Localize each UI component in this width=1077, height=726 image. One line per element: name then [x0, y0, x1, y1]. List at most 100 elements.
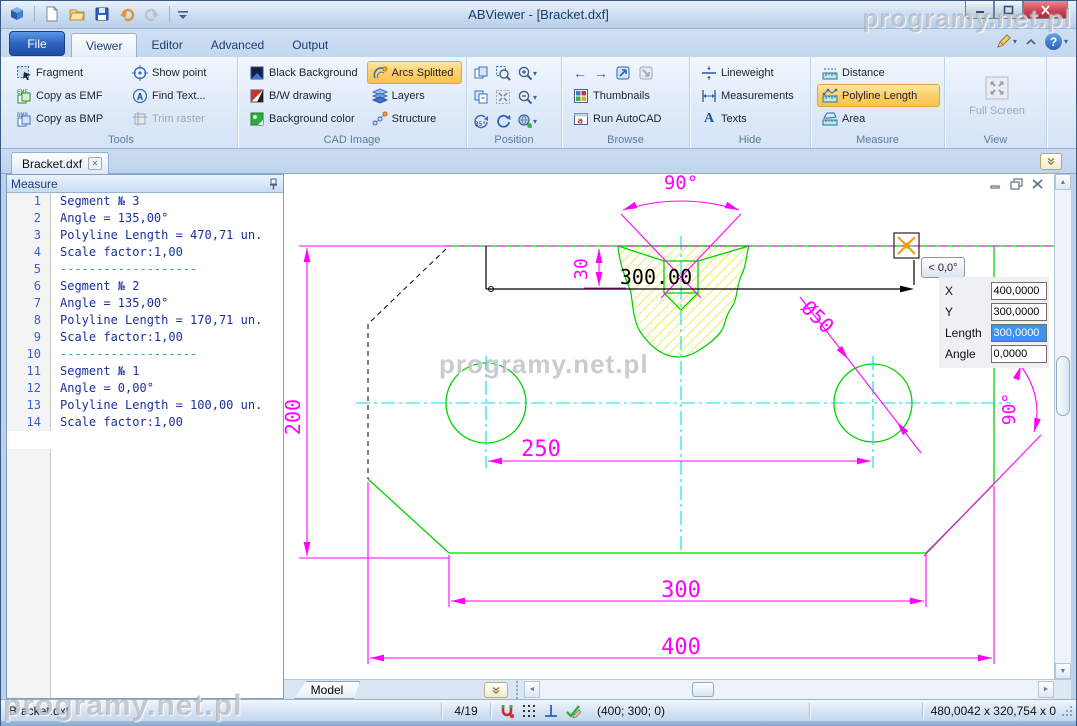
- group-label-browse: Browse: [607, 134, 644, 146]
- zoom-in-icon[interactable]: ▾: [517, 65, 547, 81]
- fit-to-screen-icon[interactable]: [495, 89, 517, 105]
- texts-icon: A: [703, 110, 715, 126]
- angle-label: Angle: [945, 346, 976, 361]
- vertical-scrollbar[interactable]: ▲ ▼: [1054, 174, 1071, 679]
- scroll-right-icon[interactable]: ►: [1038, 681, 1054, 698]
- lineweight-button[interactable]: Lineweight: [696, 61, 806, 84]
- tab-editor[interactable]: Editor: [137, 33, 196, 57]
- status-coordinates: (400; 300; 0): [597, 703, 666, 718]
- mdi-restore-icon[interactable]: [1010, 178, 1023, 190]
- copy-as-bmp-button[interactable]: BMP Copy as BMP: [11, 107, 123, 130]
- close-button[interactable]: [1023, 1, 1068, 19]
- measure-results-list[interactable]: 1 Segment № 3 2 Angle = 135,00° 3 Polyline …: [7, 193, 283, 698]
- show-point-button[interactable]: Show point: [127, 61, 231, 84]
- minimize-button[interactable]: [965, 1, 994, 19]
- list-item: 12 Angle = 0,00°: [7, 380, 283, 397]
- document-tab-bracket[interactable]: Bracket.dxf ✕: [11, 152, 110, 174]
- style-pencil-icon[interactable]: ▾: [995, 33, 1017, 50]
- tab-advanced[interactable]: Advanced: [197, 33, 278, 57]
- application-window: ABViewer - [Bracket.dxf] File Viewer Edi…: [0, 0, 1077, 726]
- bw-drawing-button[interactable]: B/W drawing: [244, 84, 363, 107]
- thumbnails-button[interactable]: Thumbnails: [568, 84, 685, 107]
- document-close-icon[interactable]: ✕: [88, 157, 103, 170]
- maximize-button[interactable]: [994, 1, 1023, 19]
- group-label-tools: Tools: [108, 134, 134, 146]
- scroll-up-icon[interactable]: ▲: [1055, 174, 1071, 190]
- drawing-canvas[interactable]: 90° 30 200 250 300 400 Ø50 90° 300.00 < …: [284, 174, 1054, 679]
- vertical-scroll-thumb[interactable]: [1056, 356, 1070, 416]
- x-label: X: [945, 283, 954, 298]
- texts-button[interactable]: A Texts: [696, 107, 806, 130]
- horizontal-scroll-thumb[interactable]: [692, 682, 714, 697]
- forward-icon[interactable]: →: [594, 65, 608, 81]
- ortho-icon[interactable]: [543, 703, 559, 719]
- scroll-corner: [1054, 680, 1071, 699]
- thumbnails-icon: [574, 88, 588, 103]
- area-button[interactable]: Area: [817, 107, 940, 130]
- window-title: ABViewer - [Bracket.dxf]: [468, 7, 609, 22]
- mdi-minimize-icon[interactable]: [989, 178, 1002, 190]
- fragment-button[interactable]: Fragment: [11, 61, 123, 84]
- tab-file[interactable]: File: [9, 31, 65, 56]
- model-tab[interactable]: Model: [294, 681, 360, 699]
- black-background-button[interactable]: Black Background: [244, 61, 363, 84]
- structure-button[interactable]: Structure: [367, 107, 462, 130]
- snap-check-icon[interactable]: [565, 703, 581, 719]
- ribbon-group-measure: Distance Polyline Length Area Measure: [811, 57, 945, 148]
- resize-grip[interactable]: [1060, 704, 1074, 718]
- refresh-icon[interactable]: [495, 113, 517, 129]
- title-bar: ABViewer - [Bracket.dxf]: [1, 1, 1076, 29]
- ribbon-group-browse: ← → Thumbnails a Run AutoCAD Browse: [562, 57, 690, 148]
- find-text-icon: A: [132, 88, 148, 103]
- status-bar: Bracket.dxf 4/19 (400; 300; 0) 480,0042 …: [1, 699, 1076, 721]
- group-label-measure: Measure: [856, 134, 899, 146]
- help-icon[interactable]: ? ▾: [1044, 33, 1068, 50]
- pin-icon[interactable]: [268, 178, 279, 190]
- polyline-length-button[interactable]: Polyline Length: [817, 84, 940, 107]
- open-in-new-icon[interactable]: [615, 65, 631, 81]
- length-input[interactable]: 300,0000: [990, 323, 1047, 342]
- scroll-down-icon[interactable]: ▼: [1055, 663, 1071, 679]
- grid-icon[interactable]: [521, 703, 537, 719]
- copy-view-icon[interactable]: [473, 89, 495, 105]
- arcs-splitted-button[interactable]: Arcs Splitted: [366, 61, 462, 84]
- y-input[interactable]: 300,0000: [990, 302, 1047, 321]
- mdi-close-icon[interactable]: [1031, 178, 1044, 190]
- background-color-button[interactable]: Background color: [244, 107, 363, 130]
- x-input[interactable]: 400,0000: [990, 281, 1047, 300]
- rotate-view-icon[interactable]: 35°: [473, 113, 495, 129]
- run-autocad-button[interactable]: a Run AutoCAD: [568, 107, 685, 130]
- tab-output[interactable]: Output: [278, 33, 342, 57]
- measurements-button[interactable]: Measurements: [696, 84, 806, 107]
- cad-drawing: 90° 30 200 250 300 400 Ø50 90° 300.00: [284, 174, 1054, 664]
- group-label-view: View: [983, 134, 1008, 146]
- tab-list-chevron-icon[interactable]: [1040, 153, 1062, 170]
- zoom-out-icon[interactable]: ▾: [517, 89, 547, 105]
- distance-button[interactable]: Distance: [817, 61, 940, 84]
- list-item: 8 Polyline Length = 170,71 un.: [7, 312, 283, 329]
- copy-as-emf-button[interactable]: EMF Copy as EMF: [11, 84, 123, 107]
- tab-viewer[interactable]: Viewer: [71, 33, 138, 57]
- ribbon-group-position: ▾ ▾ 35° ▾ Position: [467, 57, 562, 148]
- list-item: 2 Angle = 135,00°: [7, 210, 283, 227]
- length-label: Length: [945, 325, 982, 340]
- dim-angle-top: 90°: [664, 174, 698, 194]
- angle-input[interactable]: 0,0000: [990, 344, 1047, 363]
- status-filename: Bracket.dxf: [9, 703, 70, 718]
- full-screen-icon: [985, 76, 1009, 100]
- horizontal-scrollbar[interactable]: ◄ ►: [524, 680, 1054, 699]
- group-label-position: Position: [494, 134, 534, 146]
- find-text-button[interactable]: A Find Text...: [127, 84, 231, 107]
- layout-list-chevron-icon[interactable]: [484, 682, 508, 698]
- zoom-preview-icon[interactable]: ▾: [517, 113, 547, 129]
- measure-panel: Measure 1 Segment № 3 2 Angle = 135,00° 3P…: [6, 174, 284, 699]
- collapse-ribbon-icon[interactable]: [1025, 38, 1037, 46]
- scroll-left-icon[interactable]: ◄: [524, 681, 540, 698]
- zoom-window-icon[interactable]: [495, 65, 517, 81]
- layout-bar: Model ◄ ►: [284, 679, 1071, 699]
- back-icon[interactable]: ←: [573, 65, 587, 81]
- layers-button[interactable]: Layers: [367, 84, 462, 107]
- background-color-icon: [250, 112, 264, 125]
- pan-pages-icon[interactable]: [473, 65, 495, 81]
- osnap-magnet-icon[interactable]: [499, 703, 515, 719]
